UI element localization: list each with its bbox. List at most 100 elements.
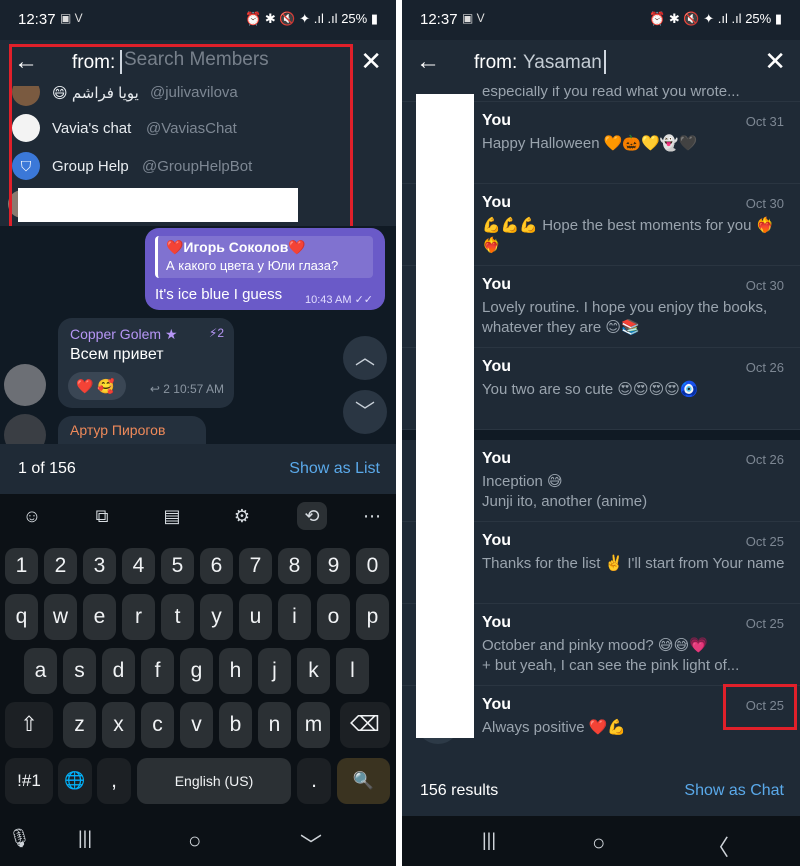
key-3[interactable]: 3	[83, 548, 116, 584]
key-5[interactable]: 5	[161, 548, 194, 584]
message-time: ↩ 2 10:57 AM	[150, 382, 224, 396]
sender-name[interactable]: Copper Golem ★	[70, 326, 178, 343]
recents-icon[interactable]: |||	[78, 828, 92, 849]
emoji-icon[interactable]: ☺	[17, 502, 47, 530]
right-phone-screen: 12:37 ▣ V ⏰ ✱ 🔇 ✦ .ıl .ıl 25% ▮ ← from: …	[402, 0, 800, 866]
hide-keyboard-icon[interactable]: ﹀	[300, 828, 322, 860]
translate-icon[interactable]: ⟲	[297, 502, 327, 530]
incoming-message-bubble[interactable]: Copper Golem ★ ⚡2 Всем привет ❤️ 🥰 ↩ 2 1…	[58, 318, 234, 408]
on-screen-keyboard: 1 2 3 4 5 6 7 8 9 0 q w e r t y u i o p …	[0, 538, 396, 814]
highlight-box	[9, 44, 353, 232]
microphone-icon[interactable]: 🎙	[8, 828, 31, 849]
reply-text: А какого цвета у Юли глаза?	[166, 258, 339, 273]
back-arrow-icon[interactable]: ←	[416, 48, 440, 76]
scroll-up-button[interactable]: ︿	[343, 336, 387, 380]
sticker-icon[interactable]: ⧉	[87, 502, 117, 530]
key-x[interactable]: x	[102, 702, 135, 748]
show-as-list-button[interactable]: Show as List	[289, 460, 380, 478]
symbols-key[interactable]: !#1	[5, 758, 53, 804]
status-indicators: ⏰ ✱ 🔇 ✦ .ıl .ıl	[245, 11, 338, 26]
outgoing-message-bubble[interactable]: ❤️Игорь Соколов❤️ А какого цвета у Юли г…	[145, 228, 385, 310]
search-result-bar: 1 of 156 Show as List	[0, 444, 396, 494]
reaction-pill[interactable]: ❤️ 🥰	[68, 372, 126, 400]
key-a[interactable]: a	[24, 648, 57, 694]
search-results-list: especially if you read what you wrote...…	[402, 86, 800, 766]
close-icon[interactable]: ✕	[764, 46, 786, 77]
key-g[interactable]: g	[180, 648, 213, 694]
clipboard-icon[interactable]: ▤	[157, 502, 187, 530]
result-counter: 1 of 156	[18, 460, 76, 477]
system-nav-bar: ||| ○ 〈	[402, 816, 800, 866]
key-8[interactable]: 8	[278, 548, 311, 584]
show-as-chat-button[interactable]: Show as Chat	[684, 782, 784, 800]
period-key[interactable]: .	[297, 758, 331, 804]
result-sender: You	[482, 276, 512, 293]
globe-icon[interactable]: 🌐	[58, 758, 92, 804]
result-text: Inception 😅 Junji ito, another (anime)	[482, 473, 648, 510]
result-sender: You	[482, 532, 512, 549]
settings-gear-icon[interactable]: ⚙	[227, 502, 257, 530]
result-text: Lovely routine. I hope you enjoy the boo…	[482, 299, 768, 336]
key-q[interactable]: q	[5, 594, 38, 640]
key-i[interactable]: i	[278, 594, 311, 640]
key-r[interactable]: r	[122, 594, 155, 640]
key-6[interactable]: 6	[200, 548, 233, 584]
message-time-text: 10:43 AM	[305, 294, 352, 306]
status-indicators: ⏰ ✱ 🔇 ✦ .ıl .ıl	[649, 11, 742, 26]
key-w[interactable]: w	[44, 594, 77, 640]
search-filter-value[interactable]: Yasaman	[523, 52, 602, 74]
sender-name[interactable]: Артур Пирогов	[70, 422, 165, 438]
key-7[interactable]: 7	[239, 548, 272, 584]
key-t[interactable]: t	[161, 594, 194, 640]
search-result-bar: 156 results Show as Chat	[402, 766, 800, 816]
key-y[interactable]: y	[200, 594, 233, 640]
battery-percent: 25%	[745, 11, 772, 26]
close-icon[interactable]: ✕	[360, 46, 382, 77]
key-n[interactable]: n	[258, 702, 291, 748]
key-j[interactable]: j	[258, 648, 291, 694]
reply-sender: ❤️Игорь Соколов❤️	[166, 239, 306, 255]
read-ticks-icon: ✓✓	[354, 294, 373, 306]
key-4[interactable]: 4	[122, 548, 155, 584]
recents-icon[interactable]: |||	[482, 830, 496, 851]
key-k[interactable]: k	[297, 648, 330, 694]
key-9[interactable]: 9	[317, 548, 350, 584]
message-text: It's ice blue I guess	[155, 286, 283, 303]
key-f[interactable]: f	[141, 648, 174, 694]
key-1[interactable]: 1	[5, 548, 38, 584]
reply-count: ↩ 2	[149, 382, 170, 396]
key-o[interactable]: o	[317, 594, 350, 640]
shift-key-icon[interactable]: ⇧	[5, 702, 53, 748]
result-sender: You	[482, 450, 512, 467]
comma-key[interactable]: ,	[97, 758, 131, 804]
key-s[interactable]: s	[63, 648, 96, 694]
backspace-key-icon[interactable]: ⌫	[340, 702, 390, 748]
key-e[interactable]: e	[83, 594, 116, 640]
search-key-icon[interactable]: 🔍	[337, 758, 390, 804]
key-l[interactable]: l	[336, 648, 369, 694]
more-icon[interactable]: ⋯	[357, 502, 387, 530]
key-2[interactable]: 2	[44, 548, 77, 584]
key-d[interactable]: d	[102, 648, 135, 694]
key-u[interactable]: u	[239, 594, 272, 640]
scroll-down-button[interactable]: ﹀	[343, 390, 387, 434]
status-time: 12:37	[18, 11, 56, 28]
back-icon[interactable]: 〈	[707, 830, 729, 862]
search-header: ← from: Yasaman ✕	[402, 40, 800, 86]
reply-quote[interactable]: ❤️Игорь Соколов❤️ А какого цвета у Юли г…	[155, 236, 373, 278]
key-0[interactable]: 0	[356, 548, 389, 584]
avatar[interactable]	[4, 364, 46, 406]
message-time: 10:43 AM ✓✓	[305, 293, 373, 306]
result-date: Oct 30	[745, 278, 784, 293]
status-bar: 12:37 ▣ V ⏰ ✱ 🔇 ✦ .ıl .ıl 25% ▮	[0, 0, 396, 40]
key-z[interactable]: z	[63, 702, 96, 748]
home-icon[interactable]: ○	[188, 828, 201, 854]
space-key[interactable]: English (US)	[137, 758, 291, 804]
key-v[interactable]: v	[180, 702, 213, 748]
key-c[interactable]: c	[141, 702, 174, 748]
key-m[interactable]: m	[297, 702, 330, 748]
home-icon[interactable]: ○	[592, 830, 605, 856]
key-h[interactable]: h	[219, 648, 252, 694]
key-p[interactable]: p	[356, 594, 389, 640]
key-b[interactable]: b	[219, 702, 252, 748]
